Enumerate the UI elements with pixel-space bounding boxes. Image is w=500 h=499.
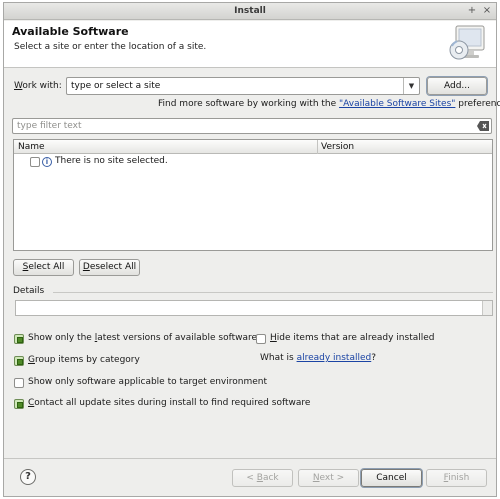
work-with-value[interactable]: type or select a site: [71, 81, 160, 91]
work-with-label: Work with:: [14, 81, 62, 91]
close-icon[interactable]: ×: [481, 5, 493, 17]
pin-icon[interactable]: +: [466, 5, 478, 17]
row-checkbox[interactable]: [30, 157, 40, 167]
page-title: Available Software: [12, 25, 129, 38]
install-dialog: Install + × Available Software Select a …: [3, 2, 500, 497]
cancel-button[interactable]: Cancel: [361, 469, 422, 487]
software-table: Name Version i There is no site selected…: [13, 139, 493, 251]
details-scrollbar[interactable]: [482, 301, 492, 315]
details-label: Details: [13, 286, 45, 296]
wizard-header: Available Software Select a site or ente…: [4, 21, 496, 68]
table-header: Name Version: [14, 140, 492, 154]
group-by-category-checkbox[interactable]: [14, 356, 24, 366]
table-row[interactable]: i There is no site selected.: [14, 155, 492, 169]
title-bar: Install + ×: [4, 3, 496, 20]
already-installed-text: What is already installed?: [260, 353, 377, 363]
select-all-button[interactable]: Select All: [13, 259, 74, 276]
target-env-checkbox[interactable]: [14, 378, 24, 388]
group-by-category-label[interactable]: Group items by category: [28, 355, 140, 365]
window-title: Install: [234, 6, 266, 16]
column-name[interactable]: Name: [18, 142, 45, 152]
next-button[interactable]: Next >: [298, 469, 359, 487]
clear-filter-icon[interactable]: [477, 121, 489, 131]
chevron-down-icon[interactable]: ▼: [403, 78, 419, 94]
details-text-area[interactable]: [15, 300, 493, 316]
latest-versions-checkbox[interactable]: [14, 334, 24, 344]
column-version[interactable]: Version: [321, 142, 354, 152]
filter-placeholder: type filter text: [17, 121, 82, 131]
already-installed-link[interactable]: already installed: [297, 353, 372, 363]
finish-button[interactable]: Finish: [426, 469, 487, 487]
find-more-text: Find more software by working with the "…: [158, 99, 500, 109]
filter-input[interactable]: type filter text: [12, 118, 492, 134]
hide-installed-label[interactable]: Hide items that are already installed: [270, 333, 435, 343]
back-button[interactable]: < Back: [232, 469, 293, 487]
hide-installed-checkbox[interactable]: [256, 334, 266, 344]
add-button[interactable]: Add...: [427, 77, 487, 95]
info-icon: i: [42, 157, 52, 167]
help-icon[interactable]: ?: [20, 469, 36, 485]
contact-sites-checkbox[interactable]: [14, 399, 24, 409]
target-env-label[interactable]: Show only software applicable to target …: [28, 377, 267, 387]
latest-versions-label[interactable]: Show only the latest versions of availab…: [28, 333, 257, 343]
row-name: There is no site selected.: [55, 156, 168, 166]
work-with-combo[interactable]: type or select a site ▼: [66, 77, 420, 95]
page-description: Select a site or enter the location of a…: [14, 42, 207, 52]
contact-sites-label[interactable]: Contact all update sites during install …: [28, 398, 310, 408]
available-software-sites-link[interactable]: "Available Software Sites": [339, 99, 455, 109]
details-group: Details: [11, 286, 495, 318]
deselect-all-button[interactable]: Deselect All: [79, 259, 140, 276]
install-banner-icon: [449, 25, 485, 60]
